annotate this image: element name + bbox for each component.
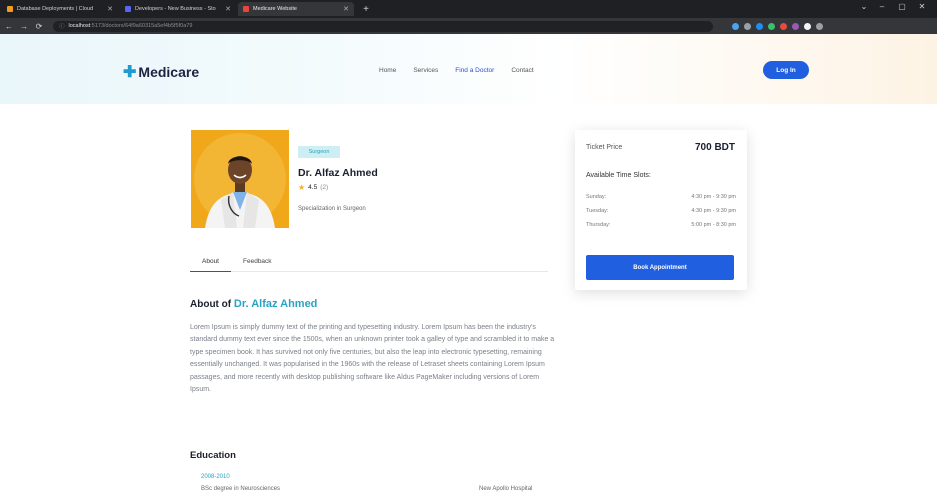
- reload-icon[interactable]: ⟳: [33, 22, 45, 31]
- nav-find-a-doctor[interactable]: Find a Doctor: [455, 67, 494, 74]
- minimize-icon[interactable]: –: [875, 2, 889, 11]
- maximize-icon[interactable]: ▢: [895, 2, 909, 11]
- slot-day: Sunday:: [586, 194, 607, 200]
- close-icon[interactable]: ✕: [225, 5, 231, 13]
- close-icon[interactable]: ✕: [343, 5, 349, 13]
- favicon-icon: [243, 6, 249, 12]
- extension-icon[interactable]: [792, 22, 799, 30]
- logo[interactable]: ✚ Medicare: [123, 62, 199, 82]
- star-icon: ★: [298, 183, 306, 192]
- book-appointment-button[interactable]: Book Appointment: [586, 255, 734, 280]
- ticket-card: Ticket Price 700 BDT Available Time Slot…: [575, 130, 747, 290]
- extensions-area: [727, 22, 823, 30]
- tab-title: Medicare Website: [253, 6, 297, 12]
- ticket-price-value: 700 BDT: [694, 142, 735, 153]
- browser-toolbar: ← → ⟳ ⓘ localhost :5173/doctors/64f9a603…: [0, 18, 937, 34]
- browser-tab-3[interactable]: Medicare Website ✕: [238, 2, 354, 16]
- favicon-icon: [7, 6, 13, 12]
- tab-title: Developers - New Business - Sto: [135, 6, 216, 12]
- slot-day: Tuesday:: [586, 208, 609, 214]
- time-slots-heading: Available Time Slots:: [586, 172, 651, 179]
- about-heading-prefix: About of: [190, 299, 232, 310]
- about-text: Lorem Ipsum is simply dummy text of the …: [190, 324, 555, 394]
- extension-icon[interactable]: [732, 22, 739, 30]
- doctor-rating: ★ 4.5 (2): [298, 183, 328, 192]
- profile-tabs: About Feedback: [190, 254, 548, 272]
- nav-contact[interactable]: Contact: [511, 67, 533, 74]
- tab-about[interactable]: About: [190, 254, 231, 272]
- forward-icon[interactable]: →: [18, 22, 30, 31]
- logo-text: Medicare: [138, 64, 200, 80]
- tab-search-icon[interactable]: ⌄: [857, 2, 871, 11]
- plus-icon: ✚: [123, 64, 137, 81]
- extension-icon[interactable]: [780, 22, 787, 30]
- info-icon: ⓘ: [59, 24, 65, 30]
- browser-tab-2[interactable]: Developers - New Business - Sto ✕: [120, 2, 236, 16]
- new-tab-button[interactable]: +: [360, 4, 372, 15]
- close-icon[interactable]: ✕: [107, 5, 113, 13]
- slot-time: 5:00 pm - 8:30 pm: [691, 222, 736, 228]
- profile-icon[interactable]: [816, 22, 823, 30]
- close-window-icon[interactable]: ✕: [915, 2, 929, 11]
- extension-icon[interactable]: [744, 22, 751, 30]
- education-degree: BSc degree in Neurosciences: [201, 486, 281, 492]
- rating-count: (2): [320, 184, 329, 191]
- login-button[interactable]: Log In: [763, 61, 809, 79]
- doctor-photo: [191, 130, 289, 228]
- specialization-text: Specialization in Surgeon: [298, 206, 366, 212]
- nav-services[interactable]: Services: [413, 67, 438, 74]
- rating-value: 4.5: [308, 184, 318, 191]
- browser-tab-bar: Database Deployments | Cloud ✕ Developer…: [0, 0, 937, 18]
- doctor-photo-illustration: [194, 133, 286, 228]
- tab-title: Database Deployments | Cloud: [17, 6, 94, 12]
- tab-feedback[interactable]: Feedback: [231, 254, 284, 272]
- slot-time: 4:30 pm - 9:30 pm: [691, 194, 736, 200]
- education-heading: Education: [190, 450, 236, 461]
- url-host: localhost: [68, 23, 91, 29]
- ticket-price-label: Ticket Price: [586, 144, 623, 151]
- url-path: :5173/doctors/64f9a60315a5ef4b5f5f0a79: [90, 23, 193, 29]
- about-heading: About of Dr. Alfaz Ahmed: [190, 298, 317, 310]
- back-icon[interactable]: ←: [3, 22, 15, 31]
- doctor-name: Dr. Alfaz Ahmed: [298, 167, 378, 179]
- specialty-badge: Surgeon: [298, 146, 340, 158]
- about-heading-name: Dr. Alfaz Ahmed: [233, 298, 318, 310]
- slot-day: Thursday:: [586, 222, 611, 228]
- slot-time: 4:30 pm - 9:30 pm: [691, 208, 736, 214]
- extension-icon[interactable]: [756, 22, 763, 30]
- extension-icon[interactable]: [804, 22, 811, 30]
- main-nav: Home Services Find a Doctor Contact: [379, 67, 551, 74]
- education-years: 2008-2010: [201, 474, 230, 480]
- favicon-icon: [125, 6, 131, 12]
- education-place: New Apollo Hospital: [479, 486, 533, 492]
- extension-icon[interactable]: [768, 22, 775, 30]
- address-bar[interactable]: ⓘ localhost :5173/doctors/64f9a60315a5ef…: [53, 20, 713, 32]
- browser-tab-1[interactable]: Database Deployments | Cloud ✕: [2, 2, 118, 16]
- nav-home[interactable]: Home: [379, 67, 396, 74]
- site-header: ✚ Medicare Home Services Find a Doctor C…: [0, 34, 937, 104]
